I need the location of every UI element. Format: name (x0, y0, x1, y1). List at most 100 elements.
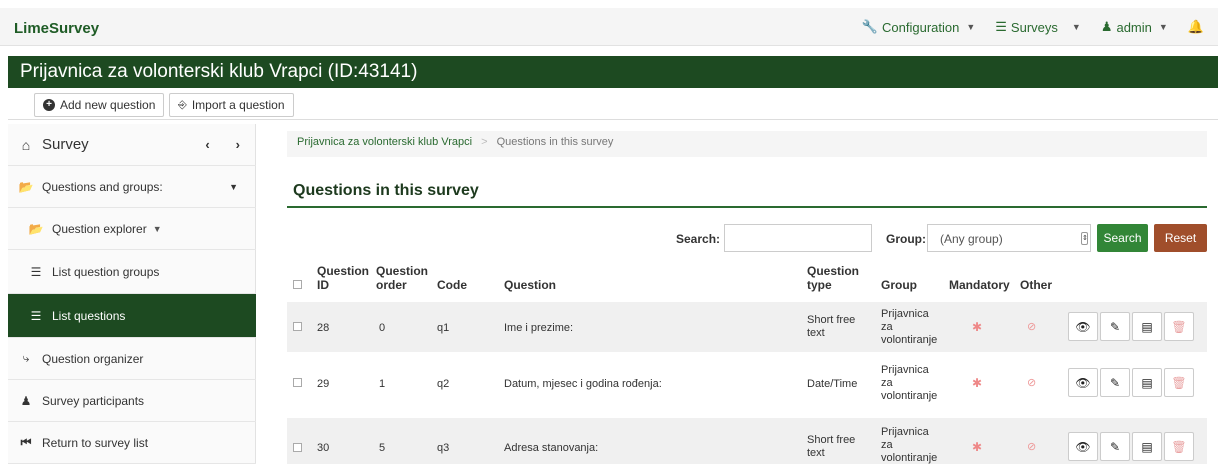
organizer-icon: ⤷ (22, 351, 30, 365)
import-question-button[interactable]: ⎆ Import a question (169, 93, 294, 117)
row-actions: 👁 ✎ ▤ 🗑 (1068, 368, 1194, 397)
group-select-value: (Any group) (940, 232, 1003, 246)
sidebar-item-questions-and-groups[interactable]: 📂 Questions and groups: ▼ (8, 166, 256, 208)
select-all-checkbox[interactable] (293, 280, 302, 289)
surveys-menu[interactable]: ☰ Surveys ▼ (995, 19, 1081, 35)
summary-icon[interactable]: ▤ (1132, 368, 1162, 397)
row-checkbox[interactable] (293, 322, 302, 331)
sidebar-item-label: Survey participants (42, 393, 145, 408)
sidebar-item-question-explorer[interactable]: 📂 Question explorer ▼ (8, 208, 256, 250)
search-button[interactable]: Search (1097, 224, 1148, 252)
caret-down-icon: ▼ (229, 181, 238, 192)
delete-trash-icon[interactable]: 🗑 (1164, 368, 1194, 397)
sidebar-survey-label: Survey (42, 136, 89, 153)
sidebar-item-label: List question groups (52, 264, 160, 279)
list-icon: ☰ (30, 264, 42, 279)
cell-code: q3 (437, 442, 450, 454)
caret-down-icon: ▼ (966, 22, 976, 32)
row-checkbox[interactable] (293, 378, 302, 387)
search-label: Search: (676, 232, 721, 246)
cell-question-order: 0 (379, 322, 386, 334)
other-disabled-icon: ⊘ (1027, 321, 1037, 333)
cell-text: volontiranje (881, 390, 938, 402)
edit-pencil-icon[interactable]: ✎ (1100, 368, 1130, 397)
group-select[interactable]: (Any group) ⇕ (927, 224, 1091, 252)
delete-trash-icon[interactable]: 🗑 (1164, 312, 1194, 341)
survey-title: Prijavnica za volonterski klub Vrapci (I… (20, 61, 418, 82)
home-icon: ⌂ (21, 136, 31, 153)
row-actions: 👁 ✎ ▤ 🗑 (1068, 432, 1194, 461)
cell-text: za (881, 439, 893, 451)
cell-question-id: 29 (317, 378, 330, 390)
sidebar-survey-header[interactable]: ⌂ Survey ‹ › (8, 124, 256, 166)
header-question-id[interactable]: Question ID (317, 264, 369, 292)
table-row: 28 0 q1 Ime i prezime: Short free text P… (287, 302, 1207, 352)
cell-question-id: 30 (317, 442, 330, 454)
row-checkbox[interactable] (293, 443, 302, 452)
list-icon: ☰ (995, 19, 1007, 34)
edit-pencil-icon[interactable]: ✎ (1100, 312, 1130, 341)
cell-text: Short free (807, 314, 856, 326)
summary-icon[interactable]: ▤ (1132, 432, 1162, 461)
preview-eye-icon[interactable]: 👁 (1068, 368, 1098, 397)
header-text: type (807, 278, 832, 292)
other-disabled-icon: ⊘ (1027, 377, 1037, 389)
preview-eye-icon[interactable]: 👁 (1068, 432, 1098, 461)
top-navbar: LimeSurvey 🔧 Configuration ▼ ☰ Surveys ▼… (0, 0, 1218, 46)
preview-eye-icon[interactable]: 👁 (1068, 312, 1098, 341)
cell-text: Prijavnica (881, 308, 929, 320)
cell-question-order: 5 (379, 442, 386, 454)
sidebar-item-survey-participants[interactable]: ♟ Survey participants (8, 380, 256, 422)
sidebar-item-label: List questions (52, 308, 126, 323)
sidebar-item-question-organizer[interactable]: ⤷ Question organizer (8, 338, 256, 380)
header-question-type[interactable]: Question type (807, 264, 859, 292)
cell-code: q2 (437, 378, 450, 390)
configuration-menu[interactable]: 🔧 Configuration ▼ (862, 19, 975, 35)
sidebar-item-return-to-survey-list[interactable]: ⏮ Return to survey list (8, 422, 256, 464)
cell-question-type: Date/Time (807, 378, 857, 391)
cell-question-type: Short free text (807, 434, 855, 460)
admin-label: admin (1116, 19, 1152, 35)
filter-row: Search: Group: (Any group) ⇕ Search Rese… (287, 224, 1207, 252)
header-question-order[interactable]: Question order (376, 264, 428, 292)
chevron-left-icon[interactable]: ‹ (205, 137, 209, 152)
sidebar-item-list-question-groups[interactable]: ☰ List question groups (8, 250, 256, 294)
cell-group: Prijavnica za volontiranje (881, 426, 937, 464)
edit-pencil-icon[interactable]: ✎ (1100, 432, 1130, 461)
chevron-right-icon[interactable]: › (236, 137, 240, 152)
summary-icon[interactable]: ▤ (1132, 312, 1162, 341)
header-group[interactable]: Group (881, 278, 917, 292)
notifications-bell-icon[interactable]: 🔔 (1188, 19, 1204, 35)
cell-question-id: 28 (317, 322, 330, 334)
surveys-label: Surveys (1010, 19, 1058, 35)
header-other[interactable]: Other (1020, 278, 1052, 292)
reset-button[interactable]: Reset (1154, 224, 1207, 252)
survey-title-bar: Prijavnica za volonterski klub Vrapci (I… (8, 56, 1218, 88)
caret-down-icon: ▼ (1071, 22, 1081, 32)
cell-question: Ime i prezime: (504, 322, 574, 334)
sidebar-item-label: Questions and groups: (42, 179, 163, 194)
header-text: order (376, 278, 407, 292)
header-question[interactable]: Question (504, 278, 556, 292)
cell-text: volontiranje (881, 452, 938, 464)
admin-menu[interactable]: ♟ admin ▼ (1101, 19, 1168, 35)
import-icon: ⎆ (178, 98, 187, 111)
cell-question: Adresa stanovanja: (504, 442, 599, 454)
brand-logo[interactable]: LimeSurvey (14, 20, 99, 37)
back-icon: ⏮ (20, 435, 32, 449)
header-mandatory[interactable]: Mandatory (949, 278, 1010, 292)
add-new-question-button[interactable]: + Add new question (34, 93, 165, 117)
table-row: 30 5 q3 Adresa stanovanja: Short free te… (287, 418, 1207, 464)
cell-text: Short free (807, 434, 856, 446)
header-code[interactable]: Code (437, 278, 467, 292)
sidebar-arrows: ‹ › (205, 137, 240, 152)
delete-trash-icon[interactable]: 🗑 (1164, 432, 1194, 461)
cell-text: text (807, 327, 825, 339)
sidebar-item-list-questions[interactable]: ☰ List questions (8, 294, 256, 338)
breadcrumb-current: Questions in this survey (496, 136, 614, 148)
page-title: Questions in this survey (287, 182, 1207, 208)
search-input[interactable] (724, 224, 872, 252)
breadcrumb-survey-link[interactable]: Prijavnica za volonterski klub Vrapci (297, 136, 472, 148)
other-disabled-icon: ⊘ (1027, 441, 1037, 453)
import-question-label: Import a question (191, 98, 285, 112)
